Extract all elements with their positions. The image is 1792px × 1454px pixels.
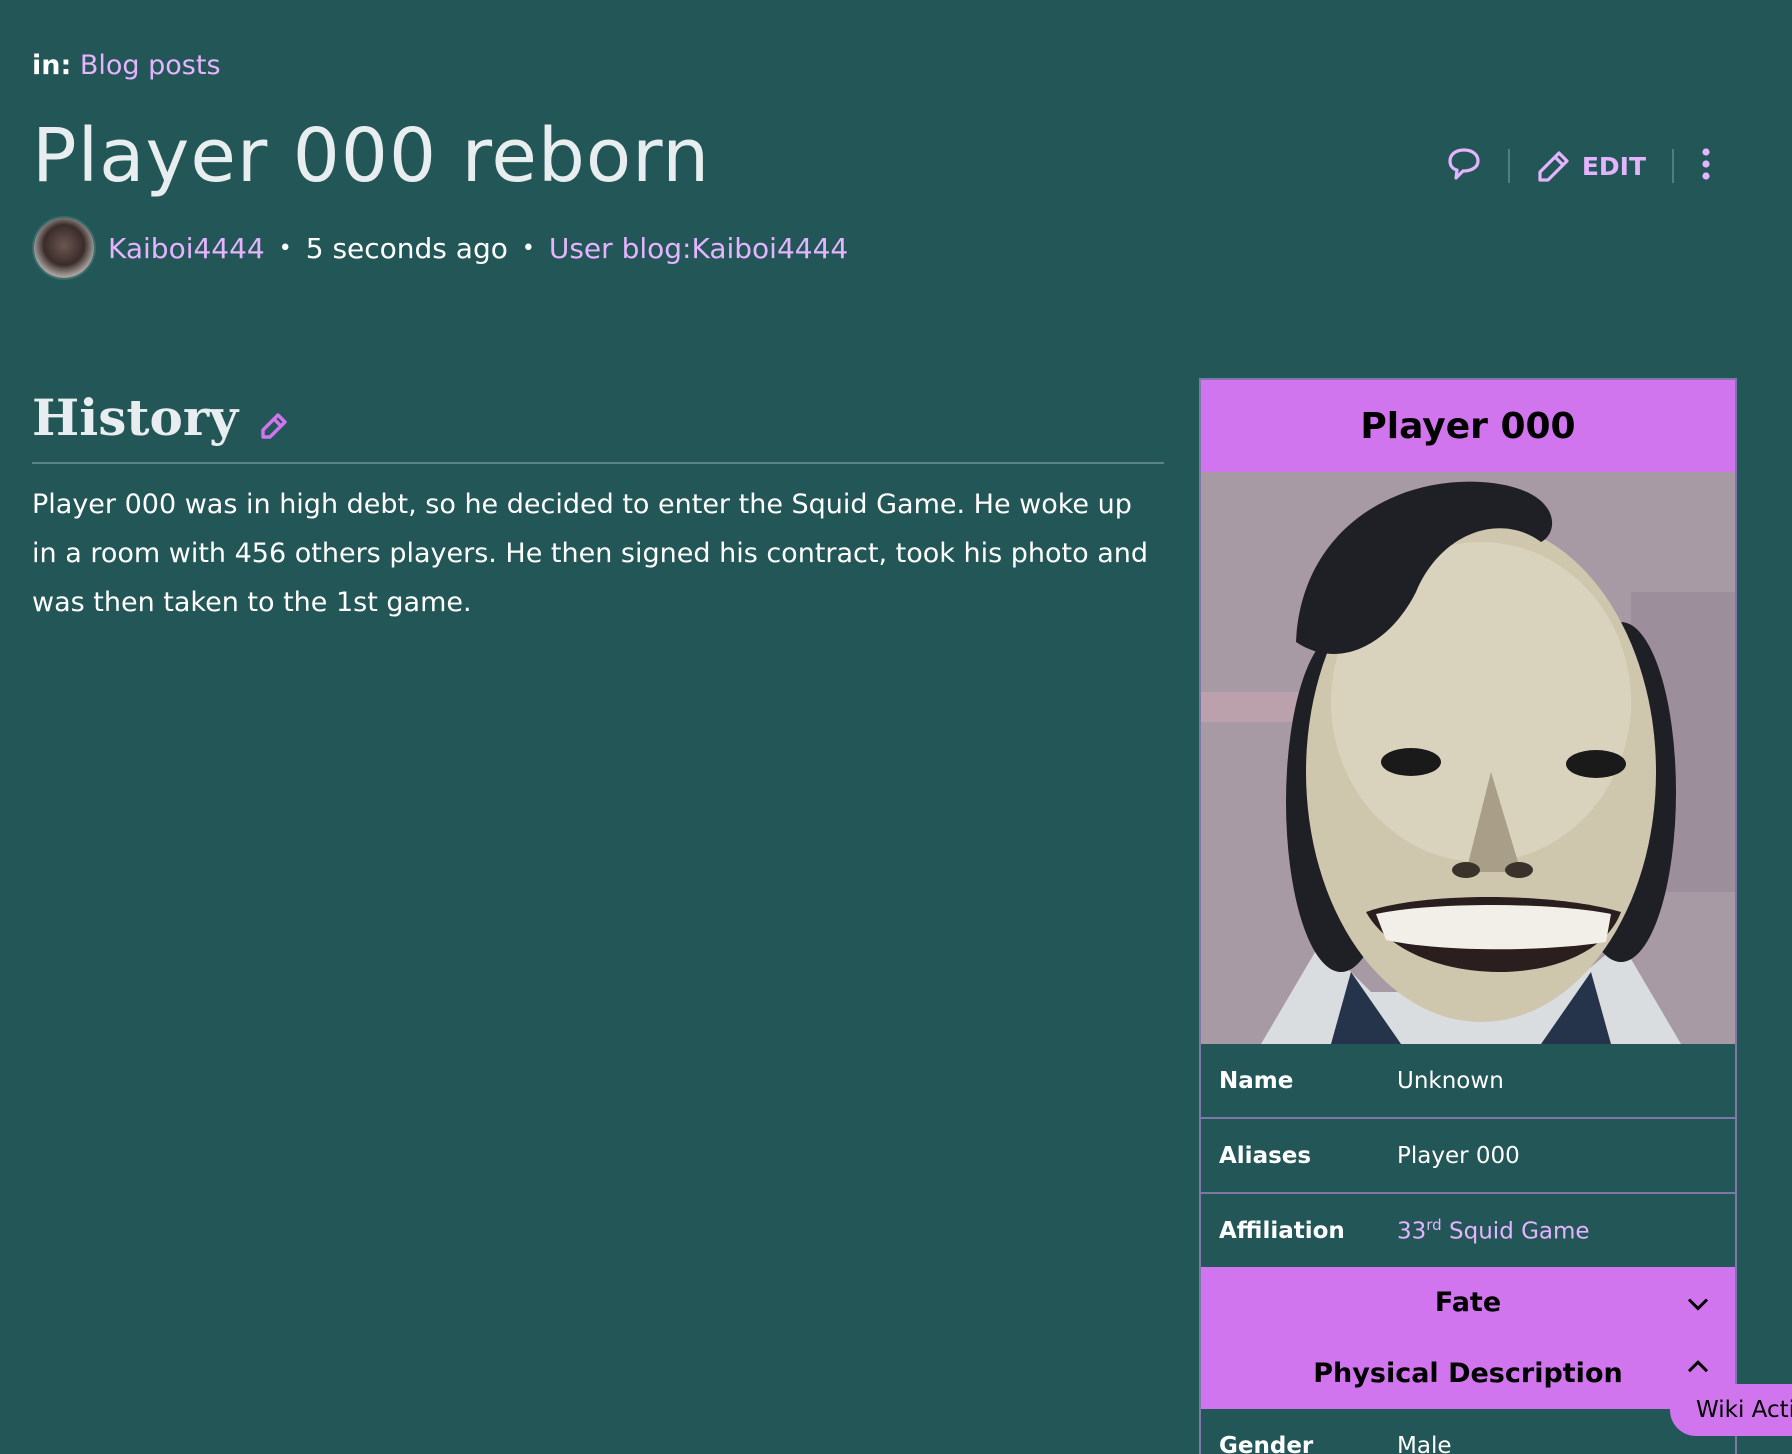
infobox-title: Player 000 bbox=[1201, 380, 1735, 472]
article-meta: Kaiboi4444 • 5 seconds ago • User blog:K… bbox=[32, 216, 848, 280]
breadcrumb: in: Blog posts bbox=[32, 50, 221, 81]
infobox-row-gender: Gender Male bbox=[1201, 1409, 1735, 1454]
infobox-label: Name bbox=[1219, 1067, 1294, 1094]
infobox-value: Unknown bbox=[1397, 1067, 1504, 1094]
action-divider bbox=[1507, 149, 1510, 183]
page-title: Player 000 reborn bbox=[32, 113, 711, 199]
group-title: Fate bbox=[1434, 1287, 1502, 1318]
infobox-value: Male bbox=[1397, 1432, 1452, 1454]
wiki-activity-button[interactable]: Wiki Activity bbox=[1670, 1384, 1792, 1436]
timestamp: 5 seconds ago bbox=[305, 231, 508, 265]
more-options-icon[interactable] bbox=[1700, 146, 1712, 186]
affiliation-ordinal: rd bbox=[1426, 1216, 1442, 1235]
page: in: Blog posts Player 000 reborn Kaiboi4… bbox=[0, 0, 1792, 1454]
author-link[interactable]: Kaiboi4444 bbox=[108, 232, 265, 265]
breadcrumb-prefix: in: bbox=[32, 50, 72, 81]
section-edit-pencil-icon[interactable] bbox=[260, 412, 288, 444]
group-title: Physical Description bbox=[1313, 1358, 1623, 1389]
action-divider bbox=[1672, 149, 1674, 183]
character-image[interactable] bbox=[1201, 472, 1735, 1044]
avatar[interactable] bbox=[32, 216, 96, 280]
infobox-group-fate[interactable]: Fate bbox=[1201, 1267, 1735, 1338]
meta-separator: • bbox=[521, 235, 535, 261]
infobox: Player 000 Name Unknown Aliases Player 0… bbox=[1199, 378, 1737, 1454]
section-heading: History bbox=[32, 390, 1164, 464]
comment-icon[interactable] bbox=[1446, 146, 1482, 186]
history-paragraph: Player 000 was in high debt, so he decid… bbox=[32, 489, 1149, 618]
user-blog-link[interactable]: User blog:Kaiboi4444 bbox=[549, 232, 848, 265]
affiliation-link[interactable]: 33rd Squid Game bbox=[1397, 1216, 1590, 1245]
infobox-row-aliases: Aliases Player 000 bbox=[1201, 1119, 1735, 1194]
section-title: History bbox=[32, 388, 239, 447]
edit-button[interactable]: EDIT bbox=[1536, 148, 1646, 184]
meta-separator: • bbox=[278, 235, 292, 261]
infobox-group-physical-description[interactable]: Physical Description bbox=[1201, 1338, 1735, 1409]
chevron-down-icon bbox=[1687, 1287, 1709, 1318]
edit-label: EDIT bbox=[1581, 151, 1646, 181]
infobox-label: Aliases bbox=[1219, 1142, 1312, 1169]
page-actions: EDIT bbox=[1446, 146, 1712, 186]
infobox-row-affiliation: Affiliation 33rd Squid Game bbox=[1201, 1194, 1735, 1267]
chevron-up-icon bbox=[1687, 1349, 1709, 1380]
pencil-icon bbox=[1538, 151, 1569, 182]
infobox-label: Gender bbox=[1219, 1432, 1314, 1454]
breadcrumb-link-blog-posts[interactable]: Blog posts bbox=[80, 50, 221, 81]
infobox-label: Affiliation bbox=[1219, 1217, 1345, 1244]
affiliation-text: Squid Game bbox=[1449, 1218, 1590, 1245]
infobox-row-name: Name Unknown bbox=[1201, 1044, 1735, 1119]
affiliation-number: 33 bbox=[1397, 1218, 1427, 1245]
infobox-value: Player 000 bbox=[1397, 1142, 1520, 1169]
